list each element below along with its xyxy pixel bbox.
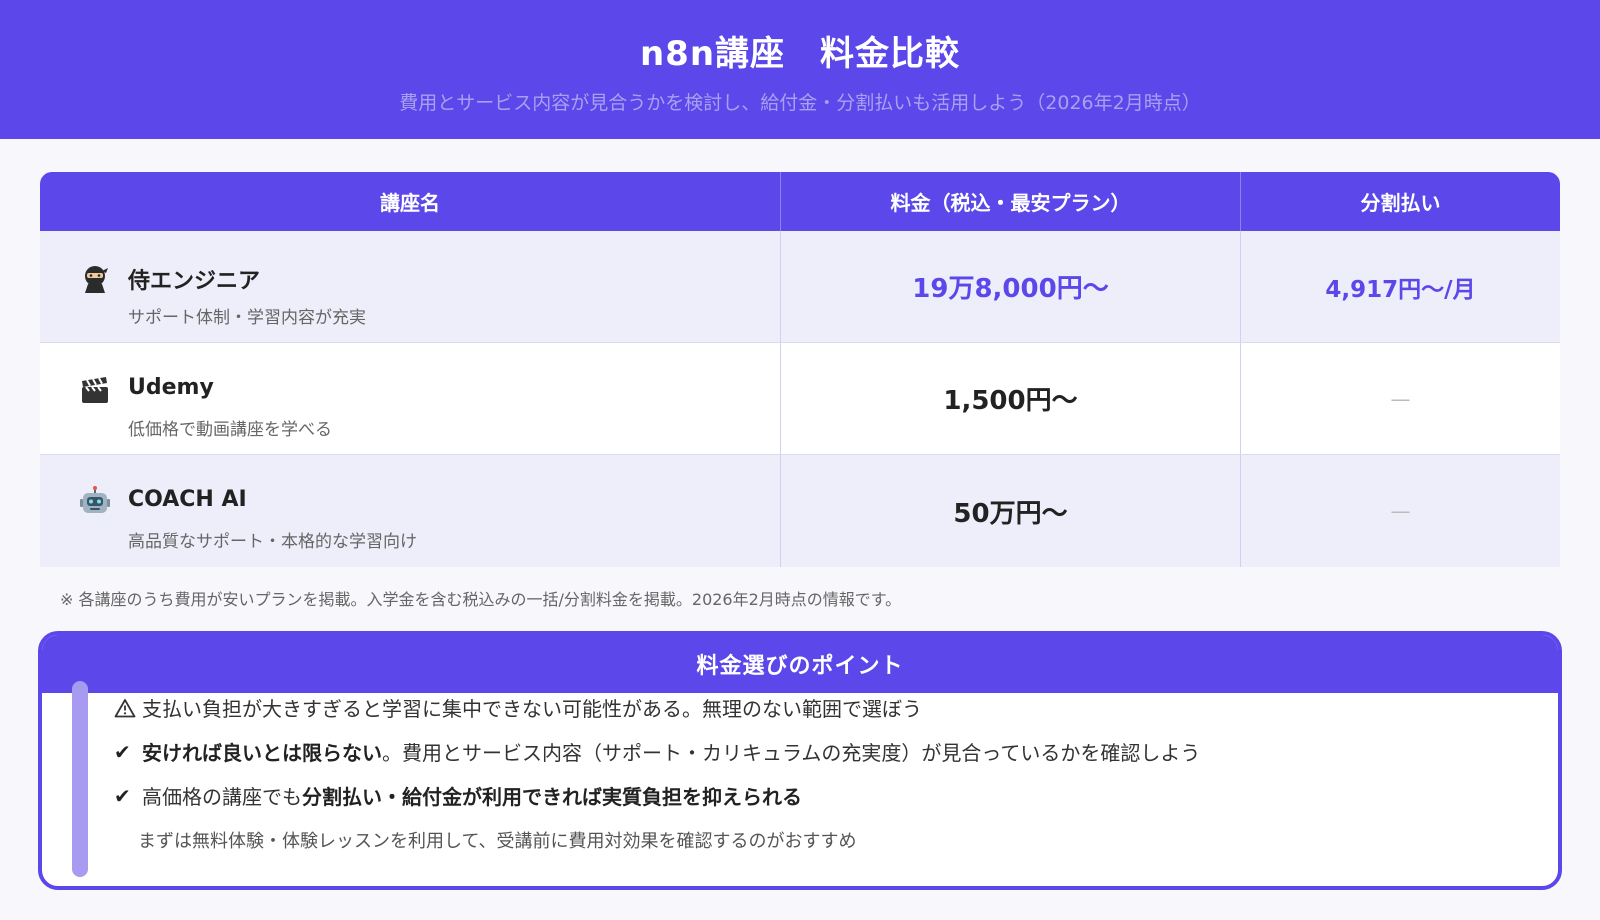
table-row: Udemy 低価格で動画講座を学べる 1,500円〜 — bbox=[40, 343, 1560, 455]
course-cell: 侍エンジニア サポート体制・学習内容が充実 bbox=[40, 231, 780, 342]
course-description: サポート体制・学習内容が充実 bbox=[128, 308, 366, 328]
installment-value: 4,917円〜/月 bbox=[1325, 276, 1476, 303]
table-row: 侍エンジニア サポート体制・学習内容が充実 19万8,000円〜 4,917円〜… bbox=[40, 231, 1560, 343]
column-header-installment: 分割払い bbox=[1240, 172, 1560, 231]
course-name: COACH AI bbox=[128, 487, 247, 512]
check-icon: ✔ bbox=[114, 783, 131, 808]
points-box: 料金選びのポイント 支払い負担が大きすぎると学習に集中できない可能性がある。無理… bbox=[38, 631, 1562, 890]
installment-cell: — bbox=[1240, 343, 1560, 454]
footnote: ※ 各講座のうち費用が安いプランを掲載。入学金を含む税込みの一括/分割料金を掲載… bbox=[60, 590, 902, 609]
column-header-course: 講座名 bbox=[380, 191, 440, 215]
price-cell: 19万8,000円〜 bbox=[780, 231, 1240, 342]
page-title: n8n講座 料金比較 bbox=[639, 34, 961, 74]
course-description: 低価格で動画講座を学べる bbox=[128, 420, 332, 440]
course-name: Udemy bbox=[128, 375, 214, 400]
point-text: 高価格の講座でも bbox=[142, 785, 302, 809]
warning-icon bbox=[114, 698, 142, 718]
course-description: 高品質なサポート・本格的な学習向け bbox=[128, 532, 417, 552]
ninja-icon bbox=[78, 261, 112, 295]
price-cell: 50万円〜 bbox=[780, 455, 1240, 567]
points-title: 料金選びのポイント bbox=[42, 635, 1558, 693]
clapper-board-icon bbox=[78, 373, 112, 407]
price-value: 19万8,000円〜 bbox=[912, 274, 1109, 304]
point-emphasis: 分割払い・給付金が利用できれば実質負担を抑えられる bbox=[302, 785, 802, 809]
price-value: 1,500円〜 bbox=[943, 386, 1078, 416]
table-header: 講座名 料金（税込・最安プラン） 分割払い bbox=[40, 172, 1560, 231]
point-item: ✔ 安ければ良いとは限らない 。費用とサービス内容（サポート・カリキュラムの充実… bbox=[114, 737, 1200, 766]
installment-value: — bbox=[1390, 499, 1411, 523]
point-recommendation: まずは無料体験・体験レッスンを利用して、受講前に費用対効果を確認するのがおすすめ bbox=[138, 831, 857, 852]
point-item: 支払い負担が大きすぎると学習に集中できない可能性がある。無理のない範囲で選ぼう bbox=[114, 693, 922, 722]
point-text: 支払い負担が大きすぎると学習に集中できない可能性がある。無理のない範囲で選ぼう bbox=[142, 697, 922, 721]
course-cell: Udemy 低価格で動画講座を学べる bbox=[40, 343, 780, 454]
column-header-price: 料金（税込・最安プラン） bbox=[780, 172, 1240, 231]
accent-bar bbox=[72, 681, 88, 877]
robot-icon bbox=[78, 485, 112, 519]
installment-cell: — bbox=[1240, 455, 1560, 567]
check-icon: ✔ bbox=[114, 739, 131, 764]
point-emphasis: 安ければ良いとは限らない bbox=[142, 741, 382, 765]
installment-cell: 4,917円〜/月 bbox=[1240, 231, 1560, 342]
point-item: ✔ 高価格の講座でも 分割払い・給付金が利用できれば実質負担を抑えられる bbox=[114, 781, 802, 810]
price-cell: 1,500円〜 bbox=[780, 343, 1240, 454]
page-header: n8n講座 料金比較 費用とサービス内容が見合うかを検討し、給付金・分割払いも活… bbox=[0, 0, 1600, 139]
comparison-table: 講座名 料金（税込・最安プラン） 分割払い 侍エンジニア サポート体制・学習内容… bbox=[40, 172, 1560, 567]
installment-value: — bbox=[1390, 386, 1411, 411]
table-row: COACH AI 高品質なサポート・本格的な学習向け 50万円〜 — bbox=[40, 455, 1560, 567]
price-value: 50万円〜 bbox=[953, 498, 1068, 529]
course-name: 侍エンジニア bbox=[128, 269, 261, 294]
course-cell: COACH AI 高品質なサポート・本格的な学習向け bbox=[40, 455, 780, 567]
page-subtitle: 費用とサービス内容が見合うかを検討し、給付金・分割払いも活用しよう（2026年2… bbox=[399, 92, 1201, 114]
point-text: 。費用とサービス内容（サポート・カリキュラムの充実度）が見合っているかを確認しよ… bbox=[382, 741, 1201, 765]
